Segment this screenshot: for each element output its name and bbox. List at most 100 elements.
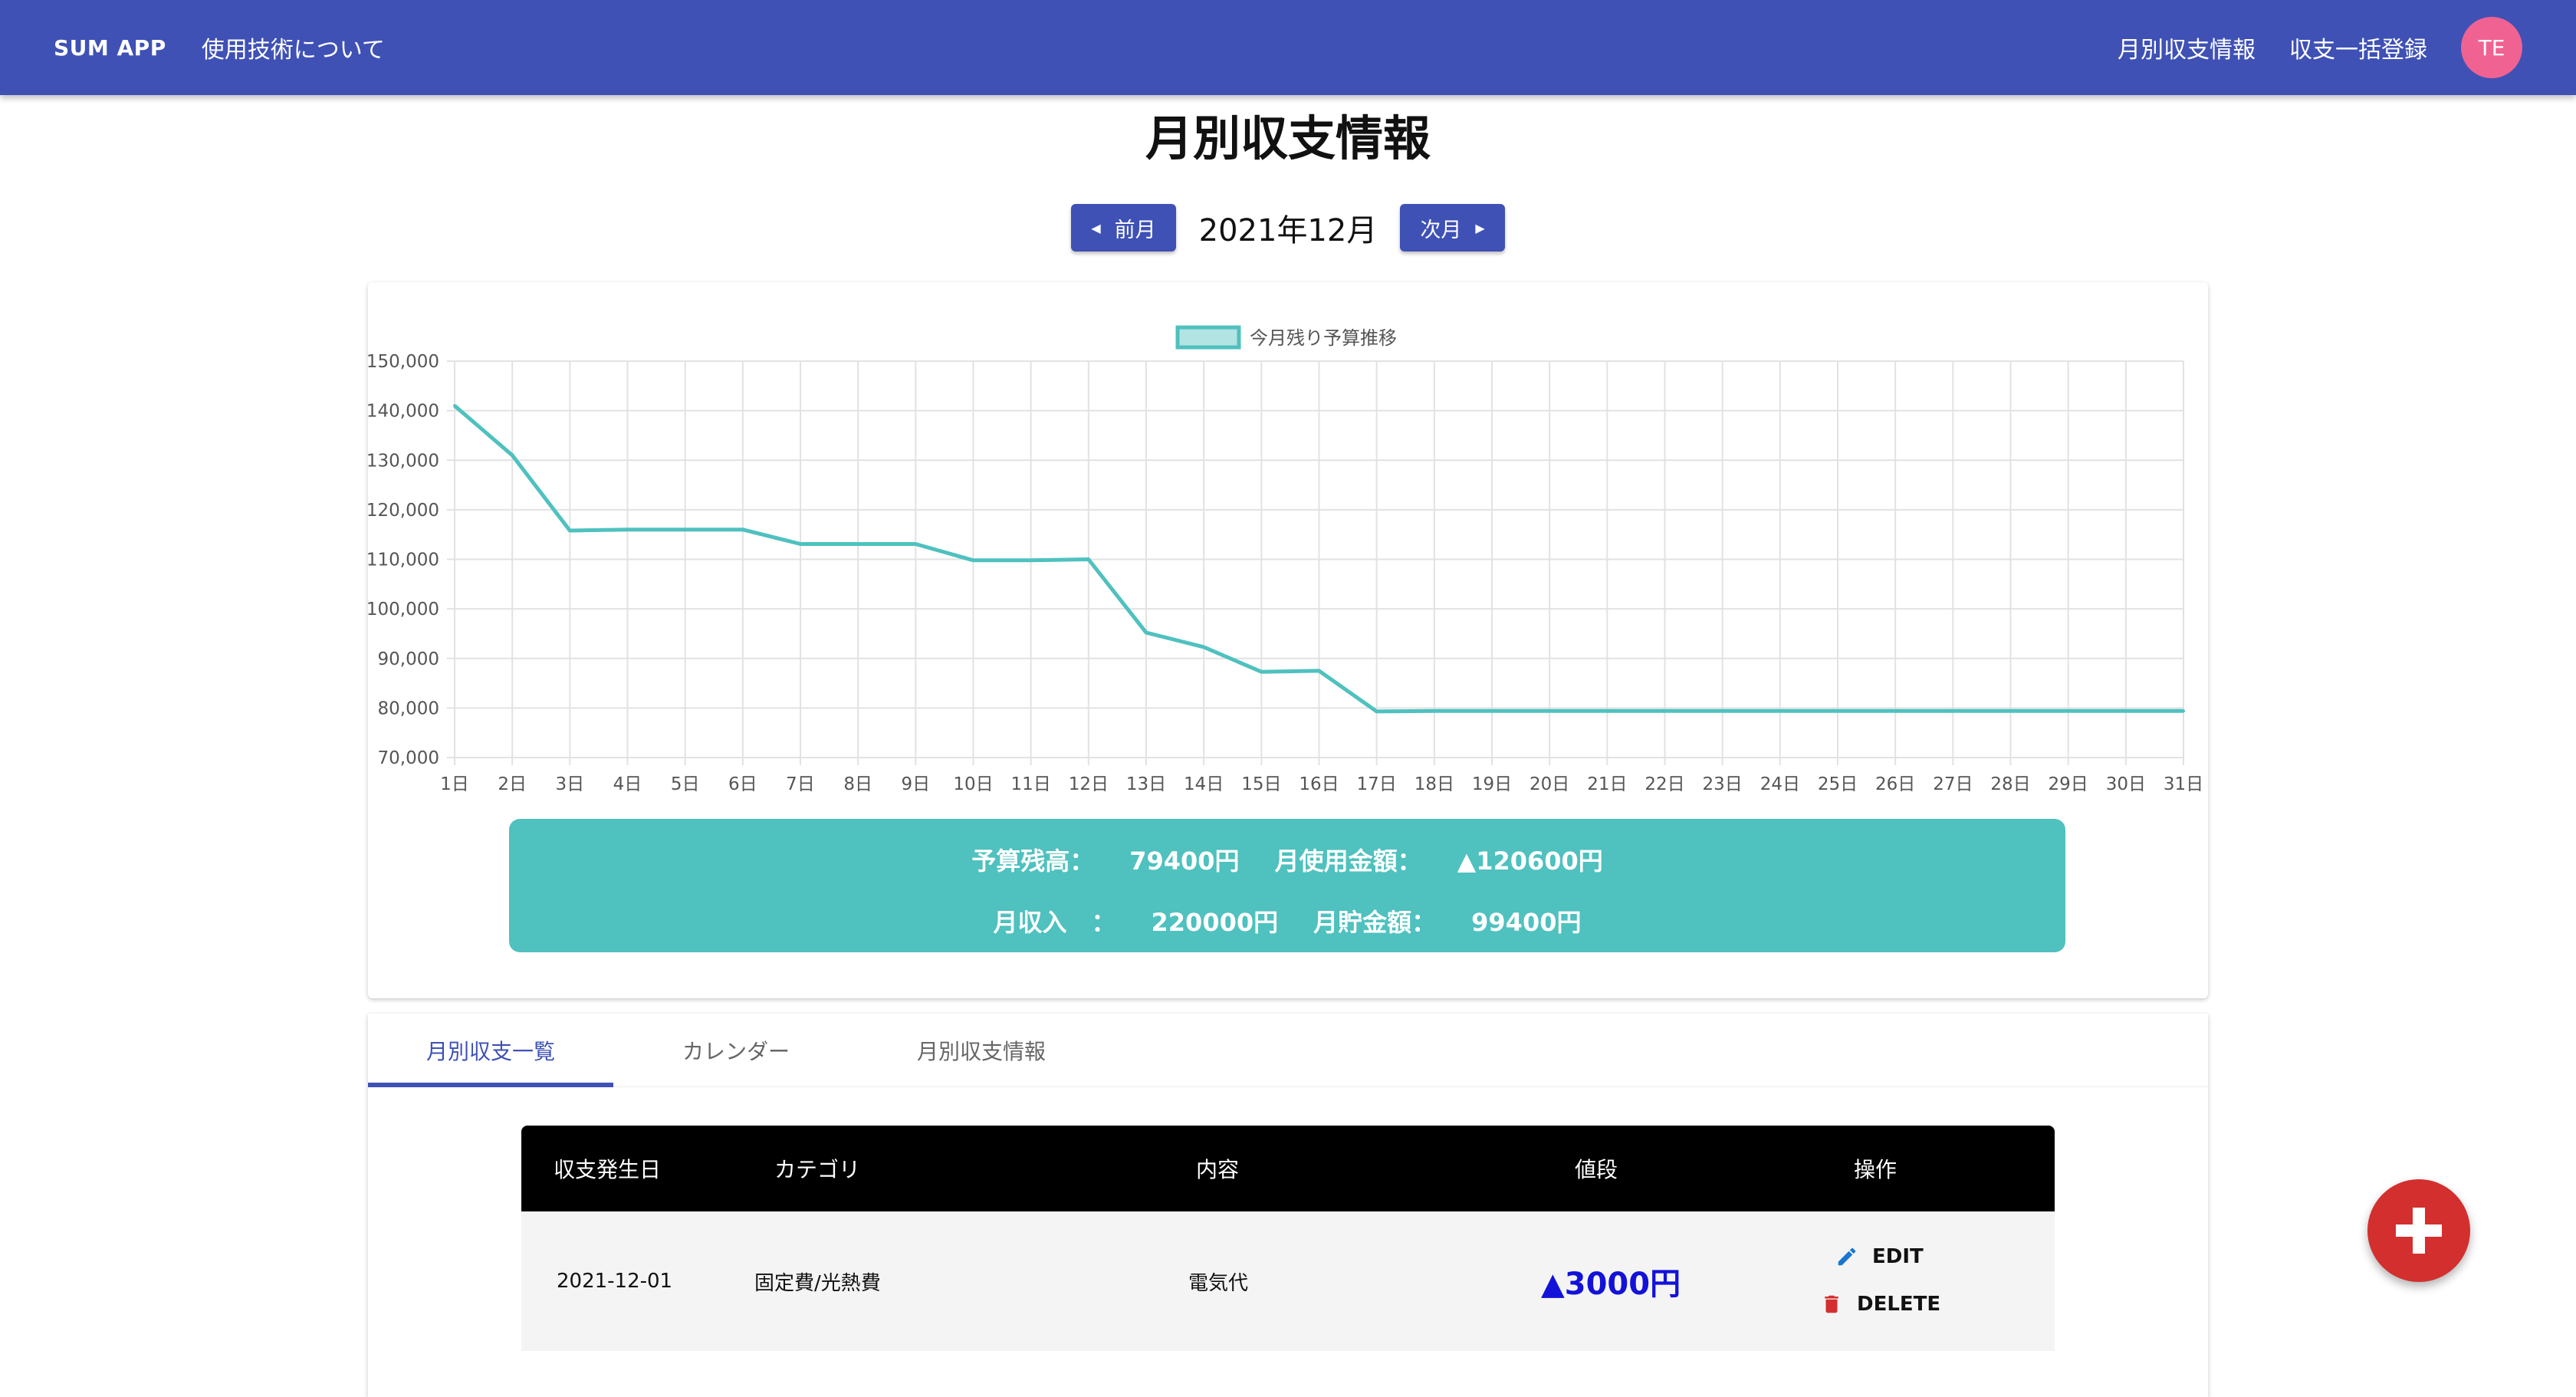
income-label: 月収入 ： [993, 908, 1116, 937]
tab-bar: 月別収支一覧 カレンダー 月別収支情報 [368, 1014, 2208, 1087]
data-point [453, 404, 456, 408]
used-label: 月使用金額： [1274, 846, 1422, 876]
savings-label: 月貯金額： [1313, 908, 1437, 937]
budget-chart-card: 150,000 140,000 130,000 120,000 110,000 100,0… [368, 282, 2208, 998]
delete-button[interactable]: DELETE [1820, 1293, 1940, 1316]
budget-summary-panel: 予算残高： 79400円 月使用金額： ▲120600円 月収入 ： 22000… [509, 819, 2065, 952]
data-point [1432, 709, 1436, 713]
x-tick-label: 12日 [1069, 774, 1109, 794]
data-point [1894, 709, 1898, 713]
x-tick-label: 2日 [498, 774, 527, 794]
x-tick-label: 11日 [1011, 774, 1051, 794]
cell-category: 固定費/光熱費 [754, 1271, 881, 1295]
x-tick-label: 8日 [843, 774, 872, 794]
tab-monthly-list[interactable]: 月別収支一覧 [368, 1014, 613, 1087]
next-month-button[interactable]: 次月 ▶ [1400, 204, 1505, 251]
y-tick-label: 130,000 [368, 451, 439, 471]
x-tick-label: 28日 [1990, 774, 2030, 794]
x-tick-label: 13日 [1126, 774, 1166, 794]
transactions-table: 収支発生日 カテゴリ 内容 値段 操作 2021-12-01 固定費/光熱費 電… [521, 1126, 2055, 1351]
data-point [1317, 669, 1321, 672]
x-tick-label: 22日 [1644, 774, 1684, 794]
prev-month-label: 前月 [1114, 218, 1156, 242]
data-point [799, 542, 802, 546]
brand-link[interactable]: SUM APP [54, 35, 166, 61]
data-point [1029, 558, 1033, 562]
data-point [1605, 709, 1609, 713]
y-tick-label: 140,000 [368, 402, 439, 422]
data-point [1202, 645, 1206, 649]
nav-link-bulk-register[interactable]: 収支一括登録 [2289, 31, 2427, 64]
x-tick-label: 18日 [1414, 774, 1454, 794]
x-tick-label: 14日 [1184, 774, 1224, 794]
pencil-icon [1838, 1247, 1856, 1266]
current-month-label: 2021年12月 [1198, 213, 1378, 248]
x-tick-label: 19日 [1472, 774, 1512, 794]
x-tick-label: 1日 [440, 774, 469, 794]
data-point [1086, 557, 1090, 561]
x-tick-label: 16日 [1299, 774, 1339, 794]
y-tick-label: 80,000 [378, 698, 439, 718]
summary-row-2: 月収入 ： 220000円 月貯金額： 99400円 [509, 903, 2065, 938]
x-tick-label: 10日 [953, 774, 993, 794]
table-row: 2021-12-01 固定費/光熱費 電気代 ▲3000円 EDIT DELET… [521, 1211, 2055, 1351]
legend-label: 今月残り予算推移 [1250, 327, 1397, 349]
y-tick-label: 150,000 [368, 352, 439, 372]
data-point [741, 528, 744, 531]
data-point [626, 528, 629, 531]
x-tick-label: 4日 [613, 774, 642, 794]
delete-label: DELETE [1857, 1293, 1941, 1316]
data-point [1548, 709, 1552, 713]
y-tick-label: 120,000 [368, 501, 439, 521]
data-point [1260, 670, 1263, 674]
tab-active-indicator [368, 1083, 613, 1087]
y-tick-label: 100,000 [368, 600, 439, 620]
x-tick-label: 24日 [1760, 774, 1800, 794]
data-point [1951, 709, 1955, 713]
x-tick-label: 26日 [1875, 774, 1915, 794]
x-tick-label: 21日 [1587, 774, 1627, 794]
data-point [914, 542, 918, 546]
balance-value: 79400円 [1129, 846, 1240, 876]
x-tick-label: 27日 [1933, 774, 1973, 794]
month-navigation: ◀ 前月 2021年12月 次月 ▶ [0, 204, 2576, 251]
data-point [856, 542, 860, 546]
data-point [511, 453, 514, 457]
x-tick-label: 7日 [786, 774, 815, 794]
caret-right-icon: ▶ [1475, 220, 1485, 235]
data-point [1778, 709, 1782, 713]
tab-monthly-info[interactable]: 月別収支情報 [859, 1014, 1104, 1087]
cell-content: 電気代 [1188, 1271, 1249, 1295]
tab-calendar[interactable]: カレンダー [613, 1014, 859, 1087]
data-point [1720, 709, 1724, 713]
x-tick-label: 15日 [1241, 774, 1281, 794]
x-tick-label: 25日 [1818, 774, 1858, 794]
data-point [568, 529, 572, 533]
data-point [971, 558, 975, 562]
app-bar: SUM APP 使用技術について 月別収支情報 収支一括登録 TE [0, 0, 2576, 95]
data-point [2066, 709, 2070, 713]
budget-line-chart: 150,000 140,000 130,000 120,000 110,000 100,0… [368, 325, 2203, 794]
prev-month-button[interactable]: ◀ 前月 [1071, 204, 1176, 251]
edit-button[interactable]: EDIT [1835, 1245, 1924, 1268]
y-tick-label: 90,000 [378, 649, 439, 669]
income-value: 220000円 [1151, 908, 1279, 937]
page-title: 月別収支情報 [1145, 110, 1431, 166]
data-point [2124, 709, 2128, 713]
data-point [1145, 631, 1148, 635]
nav-link-tech[interactable]: 使用技術について [202, 31, 385, 64]
header-actions: 操作 [1854, 1157, 1898, 1182]
summary-row-1: 予算残高： 79400円 月使用金額： ▲120600円 [509, 842, 2065, 877]
user-avatar[interactable]: TE [2461, 17, 2522, 78]
data-point [2009, 709, 2013, 713]
nav-link-monthly[interactable]: 月別収支情報 [2118, 31, 2256, 64]
y-tick-label: 110,000 [368, 551, 439, 570]
x-tick-label: 20日 [1530, 774, 1569, 794]
x-tick-label: 6日 [728, 774, 757, 794]
x-tick-label: 17日 [1357, 774, 1397, 794]
plus-icon [2396, 1208, 2442, 1254]
x-tick-label: 30日 [2106, 774, 2146, 794]
app-bar-left: SUM APP 使用技術について [54, 31, 385, 64]
x-tick-label: 23日 [1703, 774, 1743, 794]
add-transaction-button[interactable] [2367, 1179, 2470, 1282]
